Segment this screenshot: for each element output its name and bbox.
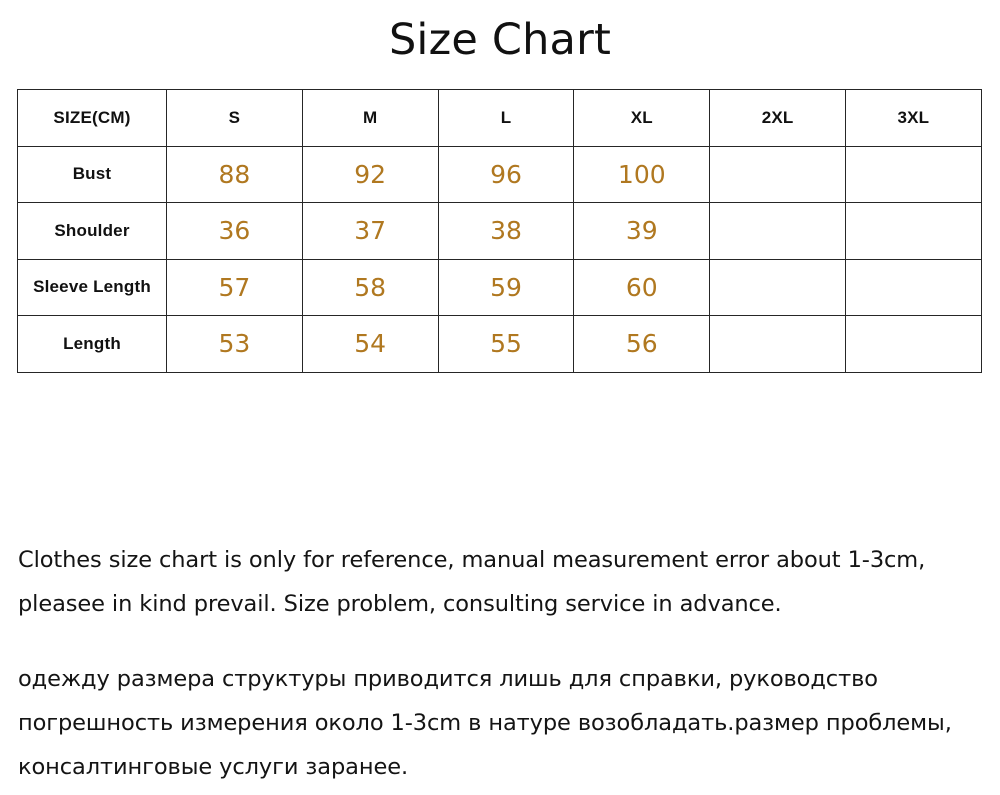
column-header-xl: XL: [573, 89, 711, 147]
cell-sleeve-length-2xl: [709, 258, 846, 316]
column-header-measurement: SIZE(CM): [17, 89, 167, 147]
table-row: Length 53 54 55 56: [17, 315, 982, 373]
cell-length-2xl: [709, 315, 846, 373]
cell-bust-xl: 100: [573, 145, 711, 203]
cell-length-xl: 56: [573, 315, 711, 373]
column-header-m: M: [301, 89, 439, 147]
cell-sleeve-length-s: 57: [166, 258, 303, 316]
cell-shoulder-m: 37: [301, 202, 439, 260]
note-russian: одежду размера структуры приводится лишь…: [18, 666, 952, 780]
cell-shoulder-3xl: [844, 202, 982, 260]
cell-sleeve-length-l: 59: [437, 258, 575, 316]
page-title: Size Chart: [388, 15, 612, 65]
note-english: Clothes size chart is only for reference…: [18, 547, 926, 617]
table-header-row: SIZE(CM) S M L XL 2XL 3XL: [17, 89, 982, 147]
column-header-2xl: 2XL: [709, 89, 846, 147]
row-label-length: Length: [17, 315, 167, 373]
row-label-bust: Bust: [17, 145, 167, 203]
size-table-container: SIZE(CM) S M L XL 2XL 3XL Bust 88 92 96 …: [17, 89, 982, 373]
cell-shoulder-xl: 39: [573, 202, 711, 260]
row-label-sleeve-length: Sleeve Length: [17, 258, 167, 316]
cell-sleeve-length-xl: 60: [573, 258, 711, 316]
cell-sleeve-length-3xl: [844, 258, 982, 316]
cell-bust-2xl: [709, 145, 846, 203]
cell-length-3xl: [844, 315, 982, 373]
cell-shoulder-2xl: [709, 202, 846, 260]
cell-length-m: 54: [301, 315, 439, 373]
column-header-l: L: [437, 89, 575, 147]
size-chart-page: Size Chart SIZE(CM) S M L XL 2XL 3XL Bus…: [0, 0, 1000, 795]
table-row: Shoulder 36 37 38 39: [17, 202, 982, 260]
cell-length-s: 53: [166, 315, 303, 373]
cell-bust-s: 88: [166, 145, 303, 203]
cell-bust-m: 92: [301, 145, 439, 203]
cell-shoulder-l: 38: [437, 202, 575, 260]
table-row: Sleeve Length 57 58 59 60: [17, 258, 982, 316]
cell-length-l: 55: [437, 315, 575, 373]
table-row: Bust 88 92 96 100: [17, 145, 982, 203]
cell-shoulder-s: 36: [166, 202, 303, 260]
column-header-s: S: [166, 89, 303, 147]
cell-bust-l: 96: [437, 145, 575, 203]
cell-sleeve-length-m: 58: [301, 258, 439, 316]
cell-bust-3xl: [844, 145, 982, 203]
notes-block: Clothes size chart is only for reference…: [18, 538, 968, 789]
row-label-shoulder: Shoulder: [17, 202, 167, 260]
size-table: SIZE(CM) S M L XL 2XL 3XL Bust 88 92 96 …: [17, 89, 982, 373]
column-header-3xl: 3XL: [844, 89, 982, 147]
